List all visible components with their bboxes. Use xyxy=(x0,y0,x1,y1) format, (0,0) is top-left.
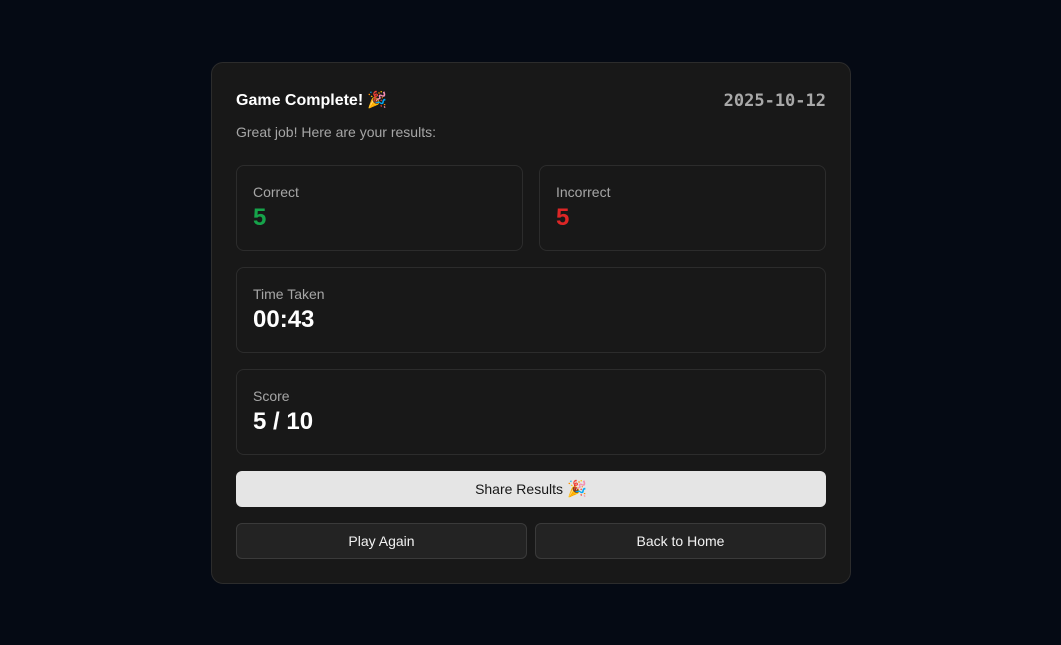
results-title-text: Game Complete! xyxy=(236,92,364,109)
correct-label: Correct xyxy=(253,184,299,200)
play-again-button[interactable]: Play Again xyxy=(236,523,527,559)
correct-value: 5 xyxy=(253,204,267,231)
party-popper-icon: 🎉 xyxy=(567,481,587,498)
incorrect-label: Incorrect xyxy=(556,184,611,200)
score-value: 5 / 10 xyxy=(253,408,314,435)
share-results-button[interactable]: Share Results 🎉 xyxy=(236,471,826,507)
party-popper-icon: 🎉 xyxy=(367,92,388,109)
back-to-home-button[interactable]: Back to Home xyxy=(535,523,826,559)
time-taken-value: 00:43 xyxy=(253,306,315,333)
score-label: Score xyxy=(253,388,290,404)
score-stat-box: Score 5 / 10 xyxy=(236,369,826,455)
time-taken-stat-box: Time Taken 00:43 xyxy=(236,267,826,353)
results-title: Game Complete! 🎉 xyxy=(236,90,387,110)
correct-stat-box: Correct 5 xyxy=(236,165,523,251)
results-card: Game Complete! 🎉 2025-10-12 Great job! He… xyxy=(211,62,851,584)
results-subtitle: Great job! Here are your results: xyxy=(236,124,436,140)
incorrect-value: 5 xyxy=(556,204,570,231)
share-results-label: Share Results xyxy=(475,481,563,497)
time-taken-label: Time Taken xyxy=(253,286,325,302)
game-date: 2025-10-12 xyxy=(723,91,826,111)
incorrect-stat-box: Incorrect 5 xyxy=(539,165,826,251)
